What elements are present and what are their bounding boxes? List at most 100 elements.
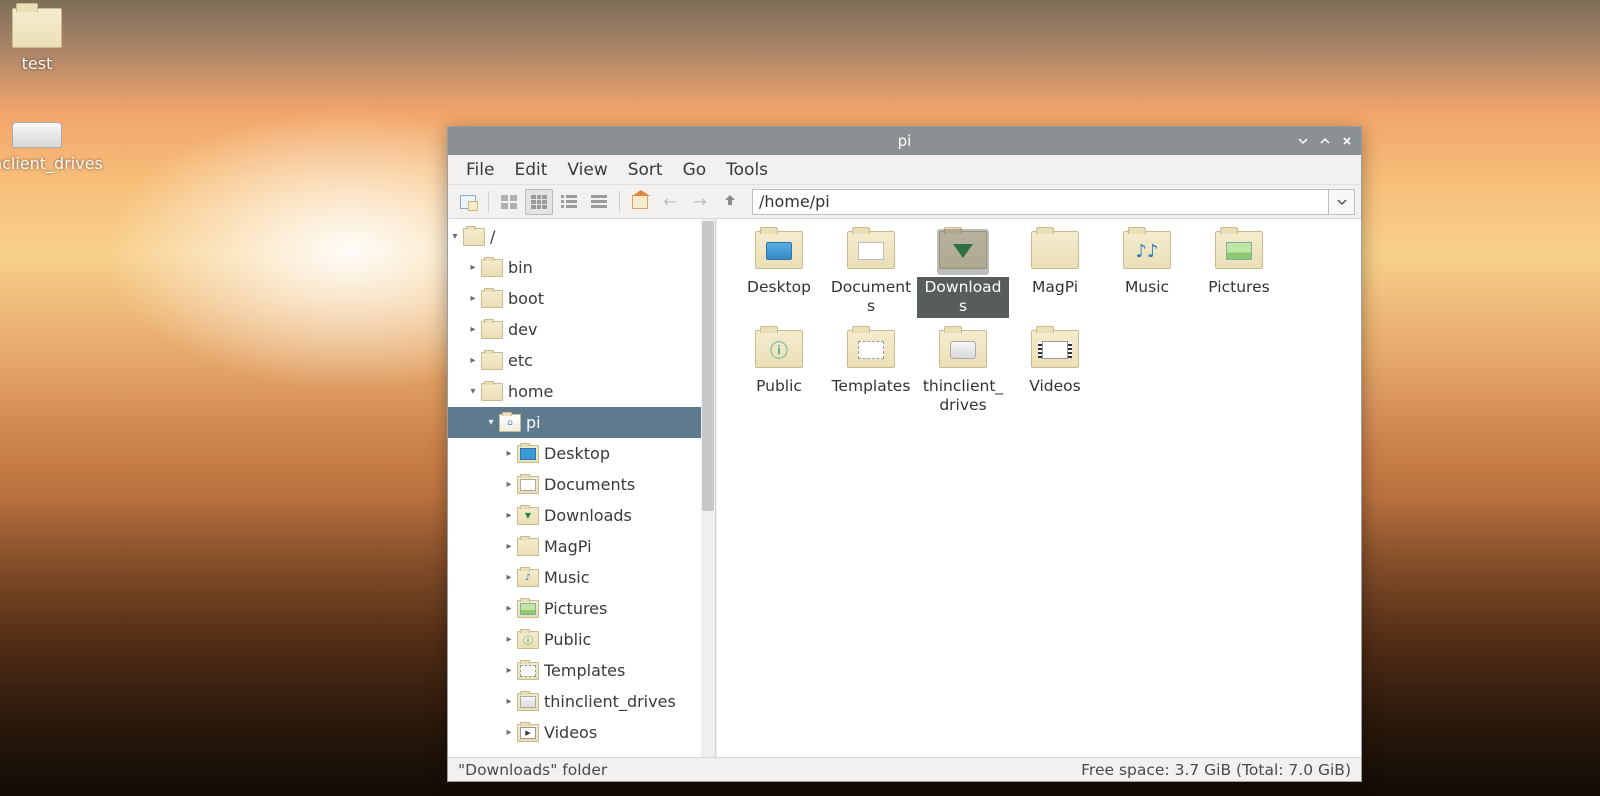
tree-arrow-icon[interactable]: ▸ — [502, 572, 516, 583]
folder-item-downloads[interactable]: Downloads — [917, 223, 1009, 318]
tree-item-boot[interactable]: ▸ boot — [448, 283, 715, 314]
tree-item-home[interactable]: ▾home — [448, 376, 715, 407]
tree-item-videos[interactable]: ▸▶Videos — [448, 717, 715, 748]
new-tab-button[interactable] — [454, 189, 482, 215]
address-input[interactable] — [752, 189, 1329, 215]
tree-item-label: Music — [544, 568, 590, 587]
tree-arrow-icon[interactable]: ▸ — [502, 510, 516, 521]
folder-item-public[interactable]: ⓘPublic — [733, 322, 825, 417]
desktop-background[interactable]: test thinclient_drives pi File Edit — [0, 0, 1600, 796]
nav-up-button[interactable] — [716, 189, 744, 215]
menu-view[interactable]: View — [559, 158, 615, 182]
tree-arrow-icon[interactable]: ▸ — [502, 541, 516, 552]
folder-icon — [517, 445, 539, 463]
home-button[interactable] — [626, 189, 654, 215]
folder-icon — [1031, 330, 1079, 372]
tree-arrow-icon[interactable]: ▸ — [502, 448, 516, 459]
folder-icon — [463, 228, 485, 246]
folder-icon — [481, 290, 503, 308]
tree-arrow-icon[interactable]: ▸ — [502, 479, 516, 490]
tree-item-dev[interactable]: ▸ dev — [448, 314, 715, 345]
folder-item-thinclient-drives[interactable]: thinclient_drives — [917, 322, 1009, 417]
content-pane[interactable]: Desktop DocumentsDownloads MagPi ♪♪Music Pic… — [716, 219, 1361, 757]
folder-item-videos[interactable]: Videos — [1009, 322, 1101, 417]
menu-file[interactable]: File — [458, 158, 502, 182]
folder-icon — [939, 231, 987, 273]
view-compact-button[interactable] — [555, 189, 583, 215]
tree-item-public[interactable]: ▸ⓘPublic — [448, 624, 715, 655]
tree-item-label: dev — [508, 320, 537, 339]
folder-item-label: Documents — [825, 277, 917, 318]
tree-arrow-icon[interactable]: ▸ — [502, 603, 516, 614]
tree-arrow-icon[interactable]: ▸ — [466, 262, 480, 273]
folder-icon — [1215, 231, 1263, 273]
folder-icon — [481, 321, 503, 339]
tree-item-music[interactable]: ▸♪Music — [448, 562, 715, 593]
menu-go[interactable]: Go — [675, 158, 715, 182]
window-title: pi — [898, 132, 912, 150]
window-maximize-button[interactable] — [1315, 131, 1335, 151]
tree-scrollbar[interactable] — [701, 219, 715, 757]
tree-item-label: Downloads — [544, 506, 632, 525]
tree-item-label: Public — [544, 630, 591, 649]
tree-arrow-icon[interactable]: ▾ — [466, 386, 480, 397]
tree-arrow-icon[interactable]: ▸ — [466, 293, 480, 304]
tree-arrow-icon[interactable]: ▾ — [484, 417, 498, 428]
window-titlebar[interactable]: pi — [448, 127, 1361, 155]
folder-icon: ♪♪ — [1123, 231, 1171, 273]
nav-back-button[interactable]: ← — [656, 189, 684, 215]
folder-item-label: thinclient_drives — [917, 376, 1009, 417]
tree-arrow-icon[interactable]: ▸ — [466, 324, 480, 335]
view-icons-button[interactable] — [525, 189, 553, 215]
folder-item-templates[interactable]: Templates — [825, 322, 917, 417]
address-history-button[interactable] — [1329, 189, 1355, 215]
folder-item-label: Desktop — [743, 277, 815, 298]
folder-item-label: Pictures — [1204, 277, 1273, 298]
window-minimize-button[interactable] — [1293, 131, 1313, 151]
view-thumbnails-button[interactable] — [495, 189, 523, 215]
tree-item-pi[interactable]: ▾⌂pi — [448, 407, 715, 438]
tree-item-templates[interactable]: ▸Templates — [448, 655, 715, 686]
window-close-button[interactable] — [1337, 131, 1357, 151]
folder-item-desktop[interactable]: Desktop — [733, 223, 825, 318]
menu-tools[interactable]: Tools — [718, 158, 776, 182]
tree-arrow-icon[interactable]: ▸ — [502, 727, 516, 738]
desktop-icon-test[interactable]: test — [0, 8, 107, 73]
desktop-icon-thinclient-drives[interactable]: thinclient_drives — [0, 122, 107, 173]
tree-item-bin[interactable]: ▸bin — [448, 252, 715, 283]
tree-item-downloads[interactable]: ▸▼Downloads — [448, 500, 715, 531]
folder-icon — [481, 383, 503, 401]
tree-arrow-icon[interactable]: ▾ — [448, 231, 462, 242]
tree-item-documents[interactable]: ▸Documents — [448, 469, 715, 500]
tree-item-label: boot — [508, 289, 544, 308]
tree-arrow-icon[interactable]: ▸ — [502, 696, 516, 707]
folder-item-pictures[interactable]: Pictures — [1193, 223, 1285, 318]
tree-item-etc[interactable]: ▸etc — [448, 345, 715, 376]
folder-icon — [517, 693, 539, 711]
menu-edit[interactable]: Edit — [506, 158, 555, 182]
nav-forward-button[interactable]: → — [686, 189, 714, 215]
folder-item-label: Templates — [828, 376, 915, 397]
folder-item-label: MagPi — [1028, 277, 1082, 298]
view-details-button[interactable] — [585, 189, 613, 215]
tree-scroll-thumb[interactable] — [702, 221, 714, 511]
tree-item-desktop[interactable]: ▸Desktop — [448, 438, 715, 469]
tree-item-thinclient-drives[interactable]: ▸thinclient_drives — [448, 686, 715, 717]
tree-item--[interactable]: ▾/ — [448, 221, 715, 252]
folder-icon — [517, 600, 539, 618]
tree-arrow-icon[interactable]: ▸ — [466, 355, 480, 366]
tree-item-pictures[interactable]: ▸Pictures — [448, 593, 715, 624]
folder-item-label: Videos — [1025, 376, 1085, 397]
menu-sort[interactable]: Sort — [620, 158, 671, 182]
folder-item-magpi[interactable]: MagPi — [1009, 223, 1101, 318]
toolbar-separator — [488, 191, 489, 213]
tree-arrow-icon[interactable]: ▸ — [502, 665, 516, 676]
sidebar-tree[interactable]: ▾/▸bin▸boot▸dev▸etc▾home▾⌂pi▸Desktop▸Doc… — [448, 219, 716, 757]
folder-item-music[interactable]: ♪♪Music — [1101, 223, 1193, 318]
folder-icon — [847, 330, 895, 372]
tree-item-label: Videos — [544, 723, 597, 742]
folder-item-documents[interactable]: Documents — [825, 223, 917, 318]
folder-icon — [481, 352, 503, 370]
tree-item-magpi[interactable]: ▸MagPi — [448, 531, 715, 562]
tree-arrow-icon[interactable]: ▸ — [502, 634, 516, 645]
